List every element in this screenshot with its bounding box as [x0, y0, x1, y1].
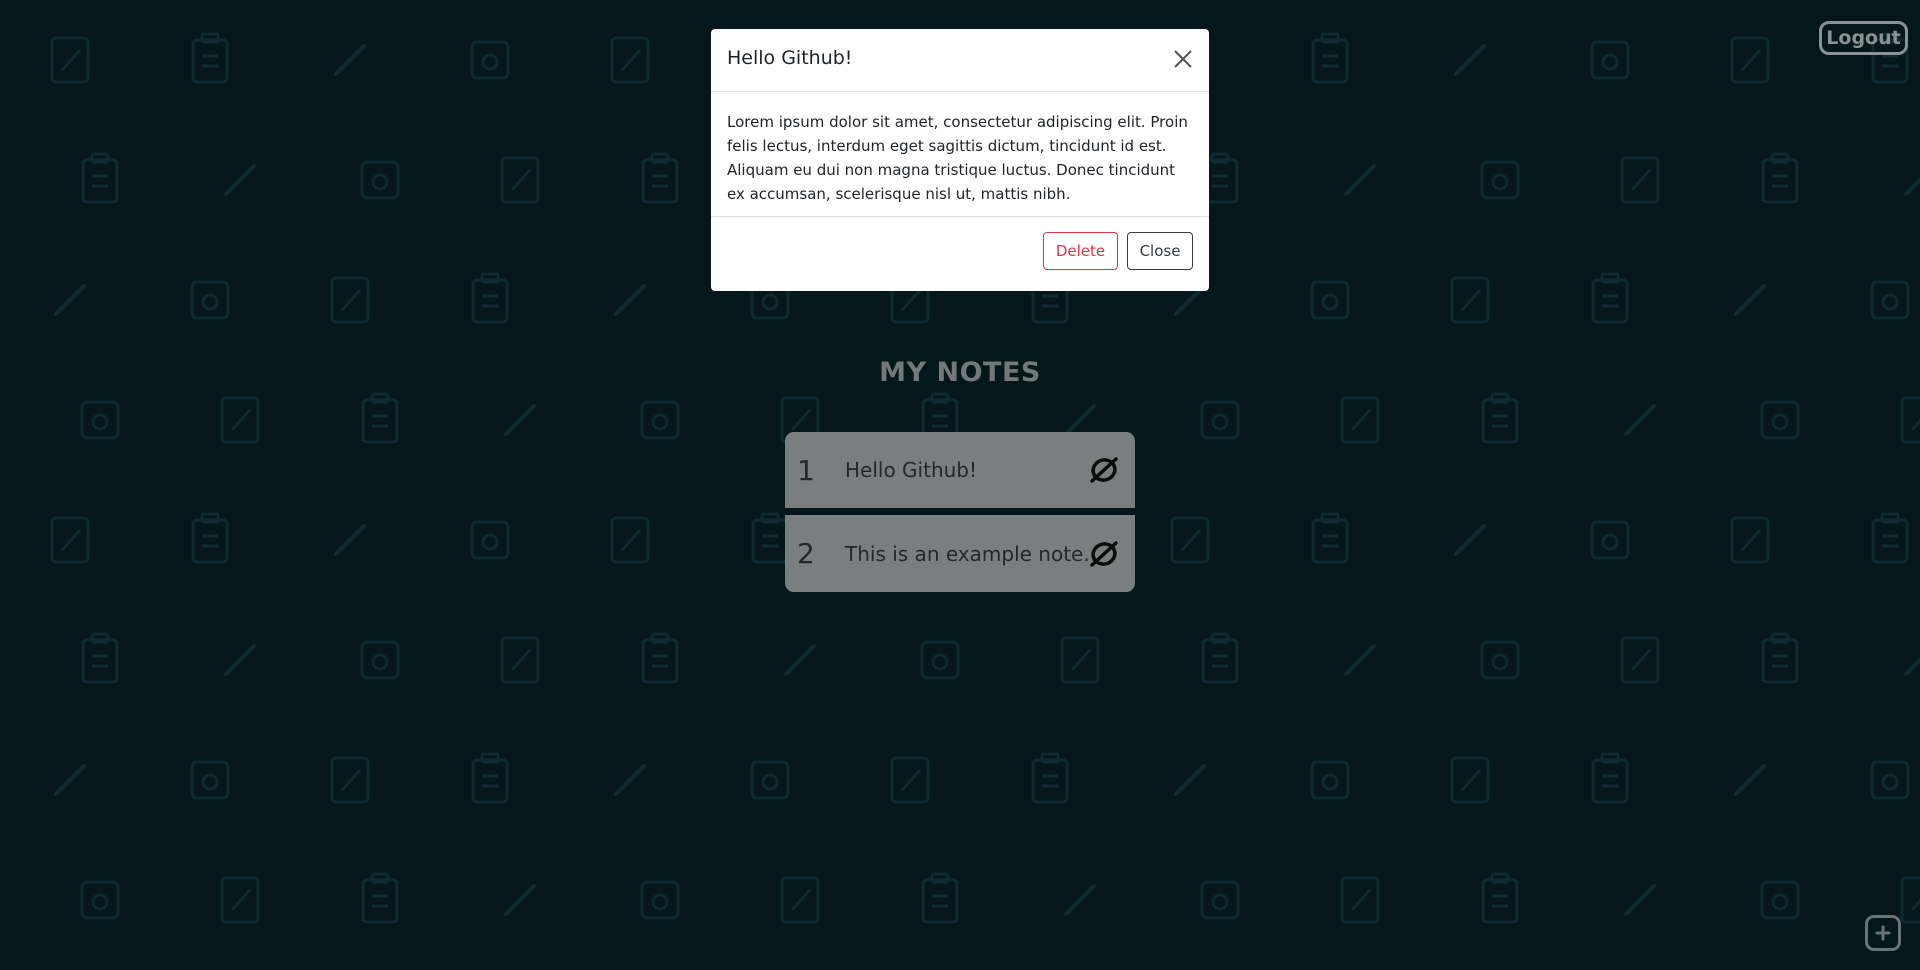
- note-item[interactable]: 1 Hello Github!: [785, 432, 1135, 508]
- notes-list: 1 Hello Github! 2 This is an example not…: [785, 432, 1135, 592]
- note-number: 2: [797, 537, 815, 570]
- refresh-icon[interactable]: [1087, 537, 1121, 571]
- modal-footer: Delete Close: [711, 217, 1209, 287]
- page-title: MY NOTES: [879, 357, 1041, 388]
- close-button[interactable]: Close: [1127, 232, 1193, 270]
- refresh-icon[interactable]: [1087, 453, 1121, 487]
- delete-button[interactable]: Delete: [1043, 232, 1118, 270]
- modal-header: Hello Github!: [711, 29, 1209, 92]
- note-modal: Hello Github! Lorem ipsum dolor sit amet…: [711, 29, 1209, 291]
- close-icon: [1174, 50, 1192, 68]
- logout-button[interactable]: Logout: [1819, 21, 1908, 55]
- modal-title: Hello Github!: [727, 47, 853, 69]
- modal-close-button[interactable]: [1171, 47, 1195, 71]
- plus-icon: [1875, 925, 1891, 941]
- note-number: 1: [797, 453, 815, 487]
- add-note-button[interactable]: [1865, 915, 1901, 951]
- note-item[interactable]: 2 This is an example note.: [785, 515, 1135, 592]
- modal-body: Lorem ipsum dolor sit amet, consectetur …: [711, 92, 1209, 217]
- modal-body-text: Lorem ipsum dolor sit amet, consectetur …: [727, 113, 1188, 203]
